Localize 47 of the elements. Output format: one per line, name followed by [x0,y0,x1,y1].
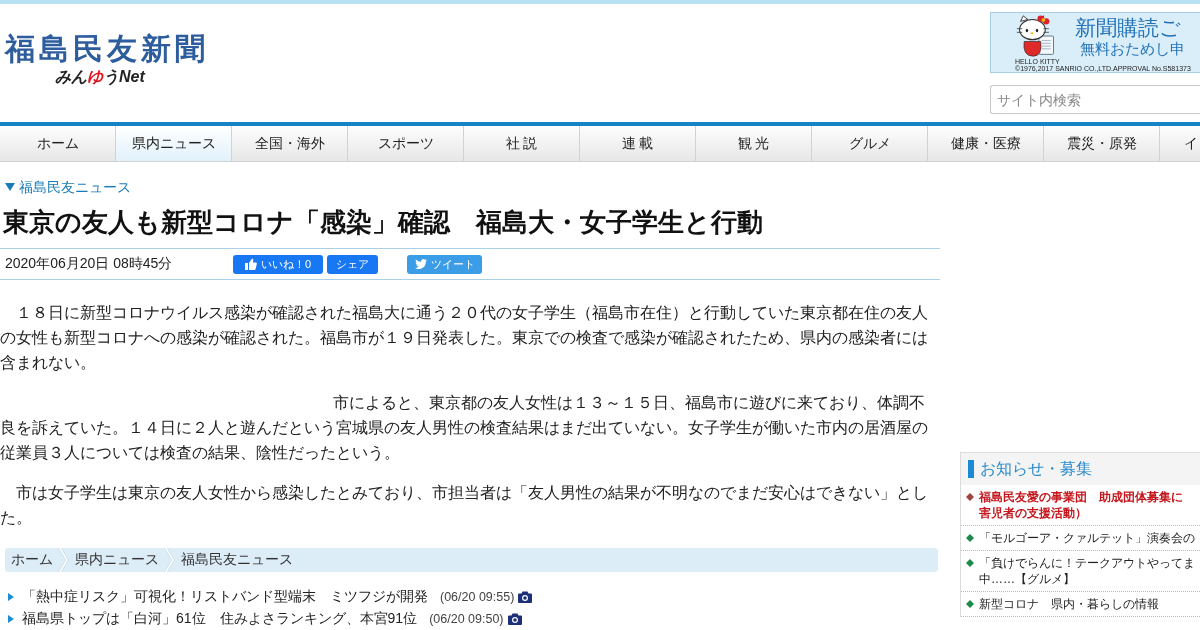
publish-date: 2020年06月20日 08時45分 [5,255,173,273]
diamond-icon [966,534,974,542]
notice-link[interactable]: 「負けでらんに！テークアウトやってま 中……【グルメ】 [979,555,1195,587]
diamond-icon [966,600,974,608]
triangle-down-icon [5,183,15,191]
headline-link[interactable]: 福島県トップは「白河」61位 住みよさランキング、本宮91位 [22,610,418,628]
heading-marker-icon [968,460,974,478]
chevron-separator-icon [165,548,175,572]
search-field[interactable]: サイト内検索 [990,85,1200,114]
article-paragraph: 市によると、東京都の友人女性は１３～１５日、福島市に遊びに来ており、体調不良を訴えていた。１４日に２人と遊んだという宮城県の友人男性の検査結果はまだ出ていない。女子学生が働いた市内の居酒屋の従業員３人については検査の結果、陰性だったという。 [0,393,929,463]
nav-tab[interactable]: グルメ [812,126,928,162]
panel-title: お知らせ・募集 [980,458,1092,479]
nav-tab[interactable]: 社 説 [464,126,580,162]
diamond-icon [966,559,974,567]
article-paragraph: １８日に新型コロナウイルス感染が確認された福島大に通う２０代の女子学生（福島市在住）と行動していた東京都在住の友人の女性も新型コロナへの感染が確認された。福島市が１９日発表した。東京での検査で感染が確認されたため、県内の感染者には含まれない。 [0,303,929,373]
nav-tab[interactable]: ホーム [0,126,116,162]
headline-link[interactable]: 「熱中症リスク」可視化！リストバンド型端末 ミツフジが開発 [22,588,428,606]
thumbs-up-icon [244,258,257,270]
nav-tab[interactable]: 全国・海外 [232,126,348,162]
notice-link[interactable]: 新型コロナ 県内・暮らしの情報 [979,596,1159,612]
site-logo[interactable]: 福島民友新聞 みんゆうNet [5,31,209,87]
notice-link[interactable]: 「モルゴーア・クァルテット」演奏会の [979,530,1195,546]
nav-tab[interactable]: イ [1160,126,1200,162]
ad-subline: 無料おためし申 [1079,40,1185,58]
breadcrumb-link[interactable]: 福島民友ニュース [175,551,299,569]
notice-link[interactable]: 福島民友愛の事業団 助成団体募集に 害児者の支援活動） [979,489,1183,521]
timestamp: (06/20 09:55) [440,590,515,604]
ad-headline: 新聞購読ご [1075,16,1181,40]
like-button[interactable]: いいね！0 [233,254,323,274]
category-link[interactable]: 福島民友ニュース [5,178,131,196]
breadcrumb-link[interactable]: ホーム [5,551,59,569]
breadcrumb-link[interactable]: 県内ニュース [69,551,165,569]
chevron-separator-icon [59,548,69,572]
nav-tab[interactable]: スポーツ [348,126,464,162]
nav-tab[interactable]: 観 光 [696,126,812,162]
diamond-icon [966,493,974,501]
triangle-right-icon [8,615,14,623]
nav-tab[interactable]: 震災・原発 [1044,126,1160,162]
share-button[interactable]: シェア [327,254,378,274]
bird-icon [414,259,427,269]
nav-tab[interactable]: 県内ニュース [116,126,232,162]
triangle-right-icon [8,593,14,601]
article-paragraph: 市は女子学生は東京の友人女性から感染したとみており、市担当者は「友人男性の結果が不明なのでまだ安心はできない」とした。 [0,483,929,528]
nav-tab[interactable]: 健康・医療 [928,126,1044,162]
article-title: 東京の友人も新型コロナ「感染」確認 福島大・女子学生と行動 [3,206,763,238]
timestamp: (06/20 09:50) [429,612,504,626]
nav-tab[interactable]: 連 載 [580,126,696,162]
